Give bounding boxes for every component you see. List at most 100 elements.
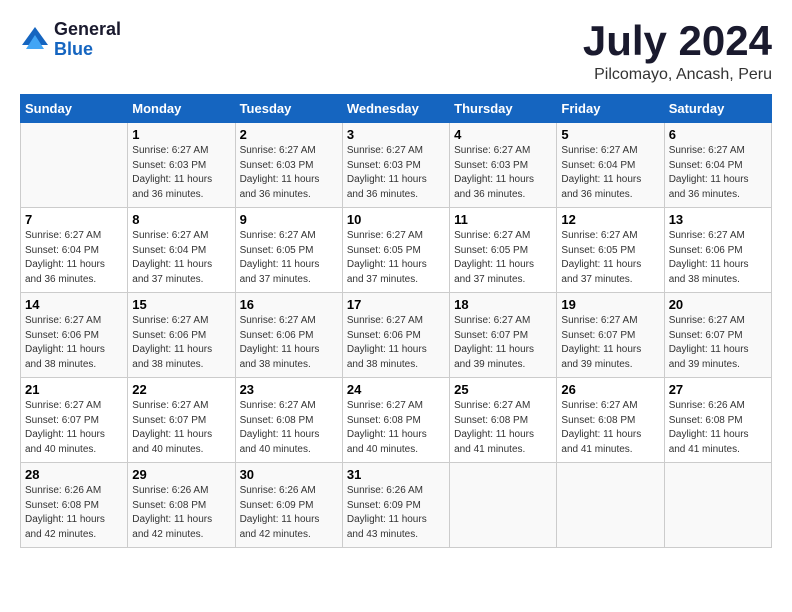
day-info: Sunrise: 6:27 AMSunset: 6:03 PMDaylight:…: [347, 144, 445, 202]
calendar-cell: 31 Sunrise: 6:26 AMSunset: 6:09 PMDayligh…: [342, 463, 449, 548]
day-number: 28: [25, 467, 123, 482]
calendar-cell: 14 Sunrise: 6:27 AMSunset: 6:06 PMDayligh…: [21, 293, 128, 378]
weekday-header-wednesday: Wednesday: [342, 95, 449, 123]
day-info: Sunrise: 6:27 AMSunset: 6:04 PMDaylight:…: [25, 229, 123, 287]
day-info: Sunrise: 6:26 AMSunset: 6:08 PMDaylight:…: [25, 484, 123, 542]
calendar-week-row: 7Sunrise: 6:27 AMSunset: 6:04 PMDaylight…: [21, 208, 772, 293]
calendar-cell: 26 Sunrise: 6:27 AMSunset: 6:08 PMDayligh…: [557, 378, 664, 463]
day-number: 8: [132, 212, 230, 227]
weekday-header-monday: Monday: [128, 95, 235, 123]
day-info: Sunrise: 6:27 AMSunset: 6:05 PMDaylight:…: [240, 229, 338, 287]
calendar-cell: [450, 463, 557, 548]
day-number: 29: [132, 467, 230, 482]
weekday-header-row: SundayMondayTuesdayWednesdayThursdayFrid…: [21, 95, 772, 123]
weekday-header-tuesday: Tuesday: [235, 95, 342, 123]
day-number: 12: [561, 212, 659, 227]
day-info: Sunrise: 6:26 AMSunset: 6:09 PMDaylight:…: [347, 484, 445, 542]
day-number: 14: [25, 297, 123, 312]
calendar-cell: 2Sunrise: 6:27 AMSunset: 6:03 PMDaylight…: [235, 123, 342, 208]
day-number: 21: [25, 382, 123, 397]
calendar-cell: 18 Sunrise: 6:27 AMSunset: 6:07 PMDayligh…: [450, 293, 557, 378]
day-number: 19: [561, 297, 659, 312]
weekday-header-sunday: Sunday: [21, 95, 128, 123]
day-info: Sunrise: 6:27 AMSunset: 6:04 PMDaylight:…: [669, 144, 767, 202]
day-info: Sunrise: 6:27 AMSunset: 6:08 PMDaylight:…: [347, 399, 445, 457]
day-info: Sunrise: 6:27 AMSunset: 6:05 PMDaylight:…: [454, 229, 552, 287]
day-info: Sunrise: 6:27 AMSunset: 6:03 PMDaylight:…: [132, 144, 230, 202]
weekday-header-thursday: Thursday: [450, 95, 557, 123]
day-number: 11: [454, 212, 552, 227]
logo-icon: [20, 25, 50, 55]
day-number: 15: [132, 297, 230, 312]
day-number: 6: [669, 127, 767, 142]
calendar-cell: [664, 463, 771, 548]
title-area: July 2024 Pilcomayo, Ancash, Peru: [583, 20, 772, 84]
calendar-cell: 16Sunrise: 6:27 AMSunset: 6:06 PMDayligh…: [235, 293, 342, 378]
calendar-week-row: 21 Sunrise: 6:27 AMSunset: 6:07 PMDayligh…: [21, 378, 772, 463]
day-number: 25: [454, 382, 552, 397]
calendar-cell: 10 Sunrise: 6:27 AMSunset: 6:05 PMDayligh…: [342, 208, 449, 293]
day-info: Sunrise: 6:27 AMSunset: 6:07 PMDaylight:…: [669, 314, 767, 372]
day-number: 18: [454, 297, 552, 312]
day-info: Sunrise: 6:26 AMSunset: 6:08 PMDaylight:…: [132, 484, 230, 542]
day-info: Sunrise: 6:27 AMSunset: 6:06 PMDaylight:…: [25, 314, 123, 372]
day-number: 26: [561, 382, 659, 397]
day-number: 23: [240, 382, 338, 397]
day-info: Sunrise: 6:27 AMSunset: 6:07 PMDaylight:…: [132, 399, 230, 457]
logo-general: General: [54, 20, 121, 40]
calendar-week-row: 28 Sunrise: 6:26 AMSunset: 6:08 PMDayligh…: [21, 463, 772, 548]
logo-text: General Blue: [54, 20, 121, 60]
day-number: 27: [669, 382, 767, 397]
calendar-cell: 25Sunrise: 6:27 AMSunset: 6:08 PMDayligh…: [450, 378, 557, 463]
day-number: 31: [347, 467, 445, 482]
day-info: Sunrise: 6:27 AMSunset: 6:06 PMDaylight:…: [669, 229, 767, 287]
day-number: 20: [669, 297, 767, 312]
day-info: Sunrise: 6:27 AMSunset: 6:05 PMDaylight:…: [561, 229, 659, 287]
calendar-table: SundayMondayTuesdayWednesdayThursdayFrid…: [20, 94, 772, 548]
calendar-cell: [21, 123, 128, 208]
day-number: 1: [132, 127, 230, 142]
calendar-cell: 30Sunrise: 6:26 AMSunset: 6:09 PMDayligh…: [235, 463, 342, 548]
calendar-cell: 27Sunrise: 6:26 AMSunset: 6:08 PMDayligh…: [664, 378, 771, 463]
day-info: Sunrise: 6:27 AMSunset: 6:08 PMDaylight:…: [240, 399, 338, 457]
day-info: Sunrise: 6:27 AMSunset: 6:08 PMDaylight:…: [561, 399, 659, 457]
day-number: 13: [669, 212, 767, 227]
calendar-cell: 23 Sunrise: 6:27 AMSunset: 6:08 PMDayligh…: [235, 378, 342, 463]
calendar-cell: 12 Sunrise: 6:27 AMSunset: 6:05 PMDayligh…: [557, 208, 664, 293]
calendar-cell: 22 Sunrise: 6:27 AMSunset: 6:07 PMDayligh…: [128, 378, 235, 463]
day-info: Sunrise: 6:27 AMSunset: 6:04 PMDaylight:…: [561, 144, 659, 202]
logo-blue: Blue: [54, 40, 121, 60]
day-number: 22: [132, 382, 230, 397]
calendar-cell: [557, 463, 664, 548]
location-title: Pilcomayo, Ancash, Peru: [583, 66, 772, 84]
day-info: Sunrise: 6:27 AMSunset: 6:07 PMDaylight:…: [454, 314, 552, 372]
calendar-week-row: 14 Sunrise: 6:27 AMSunset: 6:06 PMDayligh…: [21, 293, 772, 378]
day-info: Sunrise: 6:27 AMSunset: 6:07 PMDaylight:…: [25, 399, 123, 457]
day-info: Sunrise: 6:27 AMSunset: 6:03 PMDaylight:…: [454, 144, 552, 202]
day-info: Sunrise: 6:27 AMSunset: 6:05 PMDaylight:…: [347, 229, 445, 287]
day-number: 5: [561, 127, 659, 142]
day-info: Sunrise: 6:27 AMSunset: 6:07 PMDaylight:…: [561, 314, 659, 372]
calendar-cell: 6 Sunrise: 6:27 AMSunset: 6:04 PMDaylight…: [664, 123, 771, 208]
logo: General Blue: [20, 20, 121, 60]
calendar-cell: 17Sunrise: 6:27 AMSunset: 6:06 PMDayligh…: [342, 293, 449, 378]
calendar-cell: 21 Sunrise: 6:27 AMSunset: 6:07 PMDayligh…: [21, 378, 128, 463]
day-number: 2: [240, 127, 338, 142]
calendar-cell: 5 Sunrise: 6:27 AMSunset: 6:04 PMDaylight…: [557, 123, 664, 208]
header: General Blue July 2024 Pilcomayo, Ancash…: [20, 20, 772, 84]
calendar-cell: 11 Sunrise: 6:27 AMSunset: 6:05 PMDayligh…: [450, 208, 557, 293]
calendar-cell: 9Sunrise: 6:27 AMSunset: 6:05 PMDaylight…: [235, 208, 342, 293]
calendar-cell: 4Sunrise: 6:27 AMSunset: 6:03 PMDaylight…: [450, 123, 557, 208]
calendar-cell: 19 Sunrise: 6:27 AMSunset: 6:07 PMDayligh…: [557, 293, 664, 378]
calendar-cell: 1 Sunrise: 6:27 AMSunset: 6:03 PMDaylight…: [128, 123, 235, 208]
day-info: Sunrise: 6:26 AMSunset: 6:09 PMDaylight:…: [240, 484, 338, 542]
day-number: 24: [347, 382, 445, 397]
calendar-cell: 3Sunrise: 6:27 AMSunset: 6:03 PMDaylight…: [342, 123, 449, 208]
day-info: Sunrise: 6:27 AMSunset: 6:04 PMDaylight:…: [132, 229, 230, 287]
day-number: 10: [347, 212, 445, 227]
weekday-header-friday: Friday: [557, 95, 664, 123]
calendar-cell: 20 Sunrise: 6:27 AMSunset: 6:07 PMDayligh…: [664, 293, 771, 378]
day-number: 16: [240, 297, 338, 312]
calendar-header: SundayMondayTuesdayWednesdayThursdayFrid…: [21, 95, 772, 123]
calendar-cell: 28 Sunrise: 6:26 AMSunset: 6:08 PMDayligh…: [21, 463, 128, 548]
